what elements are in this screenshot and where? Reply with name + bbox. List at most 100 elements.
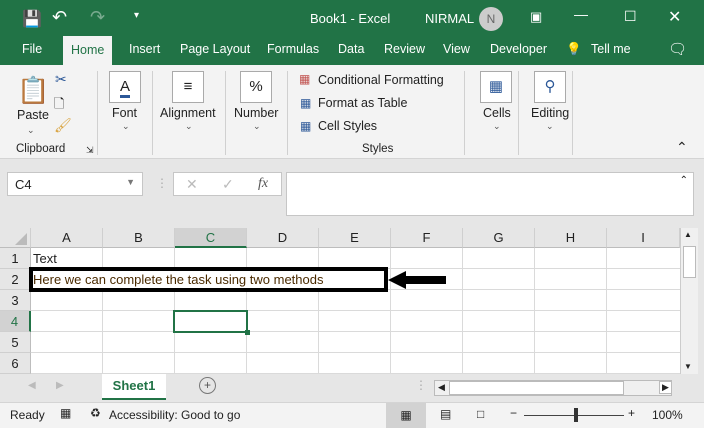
- row-header-2[interactable]: 2: [0, 269, 31, 290]
- zoom-in-icon[interactable]: +: [628, 406, 635, 420]
- select-all-corner[interactable]: [0, 228, 31, 248]
- row-header-1[interactable]: 1: [0, 248, 31, 269]
- column-header-c[interactable]: C: [175, 228, 247, 248]
- avatar[interactable]: N: [479, 7, 503, 31]
- redo-icon[interactable]: ↷: [90, 7, 105, 28]
- customize-qat-icon[interactable]: ▾: [134, 10, 139, 21]
- tab-data[interactable]: Data: [338, 42, 364, 56]
- cells-icon[interactable]: ▦: [480, 71, 512, 103]
- horizontal-scrollbar[interactable]: ◀: [434, 380, 672, 396]
- conditional-formatting-icon: ▦: [299, 72, 311, 86]
- paste-icon[interactable]: 📋: [17, 75, 49, 106]
- column-header-a[interactable]: A: [31, 228, 103, 248]
- alignment-icon[interactable]: ≡: [172, 71, 204, 103]
- zoom-slider-thumb[interactable]: [574, 408, 578, 422]
- format-painter-icon[interactable]: 🖌: [54, 117, 72, 134]
- name-box[interactable]: C4 ▼: [7, 172, 143, 196]
- ribbon-display-icon[interactable]: ▣: [530, 9, 542, 25]
- worksheet-grid[interactable]: A B C D E F G H I 1 2 3 4 5 6 Text Here …: [0, 228, 680, 374]
- tab-file[interactable]: File: [22, 42, 42, 56]
- add-sheet-icon[interactable]: +: [199, 377, 216, 394]
- prev-sheet-icon[interactable]: ◀: [28, 380, 36, 391]
- cell-styles-button[interactable]: Cell Styles: [318, 119, 377, 133]
- cut-icon[interactable]: ✂: [55, 71, 67, 88]
- scroll-down-icon[interactable]: ▼: [684, 362, 692, 371]
- page-break-view-icon[interactable]: □: [477, 407, 484, 421]
- alignment-button[interactable]: Alignment: [160, 106, 216, 120]
- row-header-5[interactable]: 5: [0, 332, 31, 353]
- collapse-ribbon-icon[interactable]: ⌃: [676, 139, 688, 156]
- font-icon[interactable]: A: [109, 71, 141, 103]
- tell-me-search[interactable]: Tell me: [591, 42, 631, 56]
- tab-review[interactable]: Review: [384, 42, 425, 56]
- column-header-b[interactable]: B: [103, 228, 175, 248]
- paste-button[interactable]: Paste: [17, 108, 49, 122]
- row-header-3[interactable]: 3: [0, 290, 31, 311]
- dialog-launcher-icon[interactable]: ⇲: [86, 145, 94, 156]
- tab-insert[interactable]: Insert: [129, 42, 160, 56]
- chevron-down-icon[interactable]: ⌄: [27, 125, 35, 136]
- conditional-formatting-button[interactable]: Conditional Formatting: [318, 73, 444, 87]
- maximize-icon[interactable]: ☐: [624, 8, 637, 25]
- cell-a2[interactable]: Here we can complete the task using two …: [33, 272, 323, 287]
- formula-buttons: ✕ ✓ fx: [173, 172, 282, 196]
- save-icon[interactable]: 💾: [22, 9, 42, 29]
- tab-page-layout[interactable]: Page Layout: [180, 42, 250, 56]
- active-cell-c4[interactable]: [173, 310, 250, 335]
- splitter-handle[interactable]: ⋮: [415, 378, 427, 392]
- undo-icon[interactable]: ↶: [52, 7, 67, 28]
- percent-icon[interactable]: %: [240, 71, 272, 103]
- cell-a1[interactable]: Text: [33, 251, 57, 266]
- ribbon: 📋 Paste ⌄ ✂ 🗋 🖌 Clipboard ⇲ A Font ⌄ ≡ A…: [0, 65, 704, 159]
- chevron-down-icon[interactable]: ▼: [126, 177, 135, 187]
- cells-button[interactable]: Cells: [483, 106, 511, 120]
- number-button[interactable]: Number: [234, 106, 278, 120]
- scroll-right-icon[interactable]: ▶: [659, 381, 672, 394]
- cell-styles-icon: ▦: [300, 119, 312, 133]
- splitter-handle[interactable]: ⋮: [156, 176, 168, 190]
- accessibility-status[interactable]: Accessibility: Good to go: [109, 408, 240, 422]
- zoom-out-icon[interactable]: −: [510, 406, 517, 420]
- macro-record-icon[interactable]: ▦: [60, 406, 71, 420]
- editing-button[interactable]: Editing: [531, 106, 569, 120]
- accessibility-icon[interactable]: ♻: [90, 406, 101, 420]
- scroll-up-icon[interactable]: ▲: [684, 230, 692, 239]
- column-header-d[interactable]: D: [247, 228, 319, 248]
- copy-icon[interactable]: 🗋: [54, 95, 64, 117]
- scroll-thumb[interactable]: [449, 381, 624, 395]
- minimize-icon[interactable]: —: [574, 6, 588, 22]
- normal-view-icon[interactable]: ▦: [386, 403, 426, 428]
- tab-developer[interactable]: Developer: [490, 42, 547, 56]
- sheet-tab-sheet1[interactable]: Sheet1: [102, 374, 166, 400]
- row-header-4[interactable]: 4: [0, 311, 31, 332]
- column-header-i[interactable]: I: [607, 228, 680, 248]
- vertical-scrollbar[interactable]: ▲ ▼: [680, 228, 698, 374]
- column-header-h[interactable]: H: [535, 228, 607, 248]
- next-sheet-icon[interactable]: ▶: [56, 380, 64, 391]
- column-header-f[interactable]: F: [391, 228, 463, 248]
- sheet-tab-bar: ◀ ▶ Sheet1 + ⋮ ◀ ▶: [0, 374, 704, 402]
- chevron-down-icon: ⌄: [253, 121, 261, 131]
- insert-function-icon[interactable]: fx: [258, 176, 268, 192]
- column-header-g[interactable]: G: [463, 228, 535, 248]
- comments-icon[interactable]: 🗨: [668, 40, 687, 58]
- tab-view[interactable]: View: [443, 42, 470, 56]
- zoom-level[interactable]: 100%: [652, 408, 683, 422]
- close-icon[interactable]: ✕: [668, 7, 681, 27]
- column-header-e[interactable]: E: [319, 228, 391, 248]
- formula-bar-input[interactable]: ⌃: [286, 172, 694, 216]
- scroll-left-icon[interactable]: ◀: [438, 382, 445, 393]
- row-header-6[interactable]: 6: [0, 353, 31, 374]
- cancel-icon[interactable]: ✕: [186, 176, 198, 193]
- fill-handle[interactable]: [245, 330, 250, 335]
- scroll-thumb[interactable]: [683, 246, 696, 278]
- font-button[interactable]: Font: [112, 106, 137, 120]
- chevron-down-icon: ⌄: [122, 121, 130, 131]
- collapse-formula-icon[interactable]: ⌃: [680, 175, 688, 186]
- page-layout-view-icon[interactable]: ▤: [440, 407, 451, 421]
- tab-formulas[interactable]: Formulas: [267, 42, 319, 56]
- search-icon[interactable]: ⚲: [534, 71, 566, 103]
- tab-home[interactable]: Home: [63, 36, 113, 65]
- enter-icon[interactable]: ✓: [222, 176, 234, 193]
- format-as-table-button[interactable]: Format as Table: [318, 96, 407, 110]
